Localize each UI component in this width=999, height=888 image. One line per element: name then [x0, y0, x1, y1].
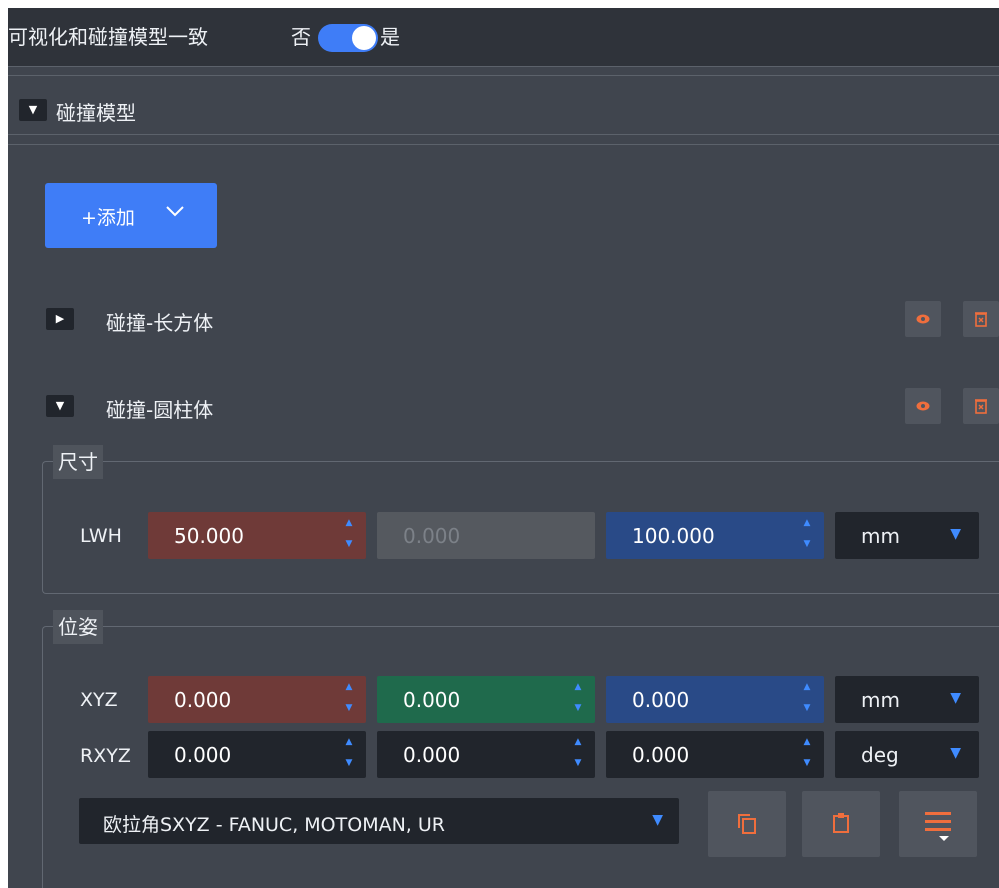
- length-spinbox[interactable]: 50.000 ▲ ▼: [148, 512, 366, 559]
- length-value: 50.000: [174, 524, 244, 548]
- decrement-arrow-icon[interactable]: ▼: [573, 703, 583, 713]
- increment-arrow-icon[interactable]: ▲: [802, 518, 812, 528]
- collapse-triangle-icon[interactable]: ▼: [19, 99, 47, 121]
- rz-value: 0.000: [632, 743, 690, 767]
- paste-pose-button[interactable]: [802, 791, 880, 857]
- collision-item-box[interactable]: ▶ 碰撞-长方体: [8, 299, 999, 339]
- x-spinbox[interactable]: 0.000 ▲ ▼: [148, 676, 366, 723]
- decrement-arrow-icon[interactable]: ▼: [344, 703, 354, 713]
- x-value: 0.000: [174, 688, 232, 712]
- eye-icon: [916, 314, 930, 323]
- position-unit-select[interactable]: mm ▼: [835, 676, 979, 723]
- paste-icon: [833, 813, 849, 833]
- collision-panel: 可视化和碰撞模型一致 否 是 ▼ 碰撞模型 +添加 ▶ 碰撞-长方体 ▼ 碰撞-…: [8, 8, 999, 888]
- trash-icon: [975, 398, 987, 414]
- position-unit-value: mm: [861, 688, 900, 712]
- delete-button[interactable]: [963, 301, 999, 337]
- add-button[interactable]: +添加: [45, 183, 217, 248]
- euler-convention-value: 欧拉角SXYZ - FANUC, MOTOMAN, UR: [103, 814, 445, 836]
- consistency-bar: 可视化和碰撞模型一致 否 是: [8, 8, 999, 66]
- dropdown-caret-icon: ▼: [652, 812, 663, 828]
- euler-convention-select[interactable]: 欧拉角SXYZ - FANUC, MOTOMAN, UR ▼: [79, 798, 679, 844]
- toggle-knob[interactable]: [352, 26, 376, 50]
- size-unit-select[interactable]: mm ▼: [835, 512, 979, 559]
- size-legend: 尺寸: [53, 445, 103, 479]
- dropdown-caret-icon: ▼: [950, 526, 961, 542]
- increment-arrow-icon[interactable]: ▲: [802, 682, 812, 692]
- ry-spinbox[interactable]: 0.000 ▲ ▼: [377, 731, 595, 778]
- divider: [8, 134, 999, 135]
- y-value: 0.000: [403, 688, 461, 712]
- rx-value: 0.000: [174, 743, 232, 767]
- dropdown-caret-icon: ▼: [950, 690, 961, 706]
- visibility-button[interactable]: [905, 388, 941, 424]
- increment-arrow-icon[interactable]: ▲: [573, 682, 583, 692]
- xyz-label: XYZ: [80, 689, 118, 711]
- z-value: 0.000: [632, 688, 690, 712]
- width-spinbox: 0.000: [377, 512, 595, 559]
- collision-item-cylinder[interactable]: ▼ 碰撞-圆柱体: [8, 386, 999, 426]
- section-title: 碰撞模型: [56, 101, 136, 125]
- trash-icon: [975, 311, 987, 327]
- divider: [8, 75, 999, 76]
- decrement-arrow-icon[interactable]: ▼: [802, 758, 812, 768]
- increment-arrow-icon[interactable]: ▲: [344, 737, 354, 747]
- ry-value: 0.000: [403, 743, 461, 767]
- rx-spinbox[interactable]: 0.000 ▲ ▼: [148, 731, 366, 778]
- item-label: 碰撞-长方体: [106, 311, 214, 335]
- increment-arrow-icon[interactable]: ▲: [344, 682, 354, 692]
- item-label: 碰撞-圆柱体: [106, 398, 214, 422]
- height-spinbox[interactable]: 100.000 ▲ ▼: [606, 512, 824, 559]
- lwh-label: LWH: [80, 525, 122, 547]
- toggle-off-label: 否: [291, 25, 311, 49]
- divider: [8, 66, 999, 67]
- menu-icon: [925, 812, 951, 841]
- consistency-toggle[interactable]: [318, 24, 378, 52]
- add-button-label: +添加: [81, 207, 135, 229]
- visibility-button[interactable]: [905, 301, 941, 337]
- pose-legend: 位姿: [53, 610, 103, 644]
- decrement-arrow-icon[interactable]: ▼: [344, 539, 354, 549]
- rz-spinbox[interactable]: 0.000 ▲ ▼: [606, 731, 824, 778]
- rotation-unit-value: deg: [861, 743, 899, 767]
- rotation-unit-select[interactable]: deg ▼: [835, 731, 979, 778]
- decrement-arrow-icon[interactable]: ▼: [573, 758, 583, 768]
- decrement-arrow-icon[interactable]: ▼: [802, 539, 812, 549]
- width-value: 0.000: [403, 524, 461, 548]
- copy-pose-button[interactable]: [708, 791, 786, 857]
- toggle-on-label: 是: [380, 25, 400, 49]
- decrement-arrow-icon[interactable]: ▼: [344, 758, 354, 768]
- collision-model-section-header[interactable]: ▼ 碰撞模型: [8, 86, 999, 134]
- collapse-triangle-icon[interactable]: ▼: [46, 395, 74, 417]
- increment-arrow-icon[interactable]: ▲: [573, 737, 583, 747]
- increment-arrow-icon[interactable]: ▲: [344, 518, 354, 528]
- more-options-button[interactable]: [899, 791, 977, 857]
- y-spinbox[interactable]: 0.000 ▲ ▼: [377, 676, 595, 723]
- dropdown-caret-icon: ▼: [950, 745, 961, 761]
- copy-icon: [738, 814, 756, 834]
- divider: [8, 144, 999, 145]
- size-unit-value: mm: [861, 524, 900, 548]
- eye-icon: [916, 401, 930, 410]
- delete-button[interactable]: [963, 388, 999, 424]
- z-spinbox[interactable]: 0.000 ▲ ▼: [606, 676, 824, 723]
- consistency-label: 可视化和碰撞模型一致: [8, 25, 208, 49]
- rxyz-label: RXYZ: [80, 745, 131, 767]
- expand-triangle-icon[interactable]: ▶: [46, 308, 74, 330]
- height-value: 100.000: [632, 524, 715, 548]
- decrement-arrow-icon[interactable]: ▼: [802, 703, 812, 713]
- increment-arrow-icon[interactable]: ▲: [802, 737, 812, 747]
- chevron-down-icon[interactable]: [165, 200, 185, 222]
